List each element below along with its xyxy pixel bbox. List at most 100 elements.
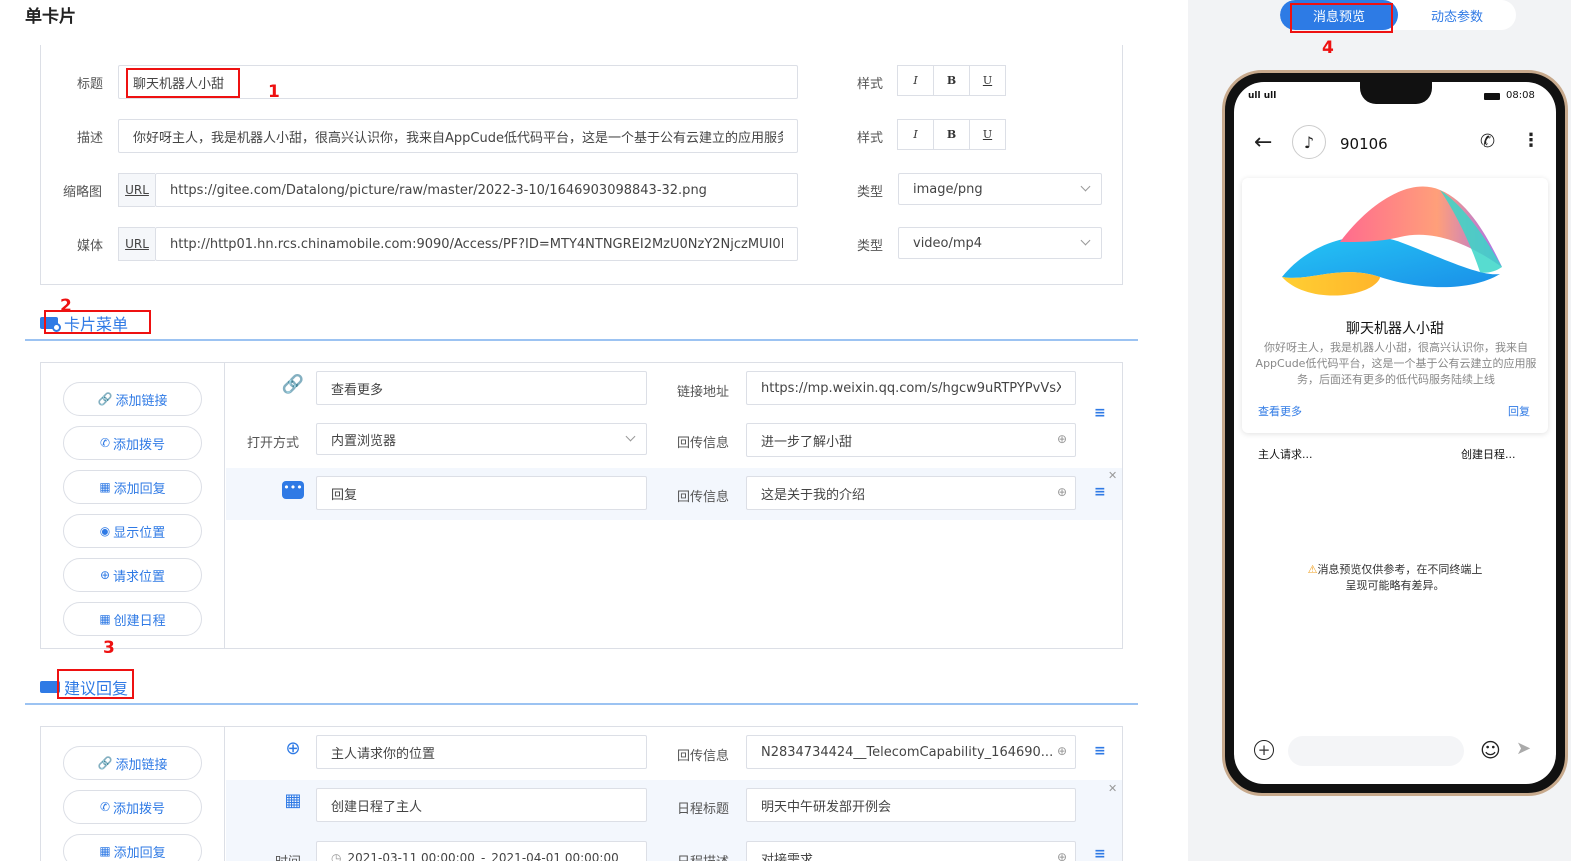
send-icon[interactable]: ➤ [1516,738,1531,759]
underline-button[interactable]: U [969,119,1006,150]
time-label: 时间 [275,851,301,861]
suggest-schedule-text-input[interactable]: 创建日程了主人 [316,788,647,822]
callback-input[interactable]: 这是关于我的介绍 ⊕ [746,476,1076,510]
add-dial-button[interactable]: ✆ 添加拨号 [63,426,202,460]
bold-button[interactable]: B [933,119,970,150]
zoom-icon[interactable]: ⊕ [1057,432,1067,446]
card-action-more[interactable]: 查看更多 [1258,403,1302,419]
clock-icon: ◷ [331,851,342,861]
italic-button[interactable]: I [897,119,934,150]
schedule-title-input[interactable]: 明天中午研发部开例会 [746,788,1076,822]
sort-icon[interactable]: ≡ [1094,405,1106,421]
suggestion-chip[interactable]: 主人请求... [1258,446,1313,462]
message-input[interactable] [1288,736,1464,766]
annotation-number-3: 3 [103,638,115,658]
style-label: 样式 [857,77,884,92]
bell-icon[interactable]: ♪ [1292,125,1326,159]
annotation-number-1: 1 [268,82,280,102]
add-dial-button[interactable]: ✆ 添加拨号 [63,790,202,824]
callback-label: 回传信息 [677,436,730,451]
close-icon[interactable]: ✕ [1108,469,1117,482]
suggestion-chip[interactable]: 创建日程... [1461,446,1516,462]
chat-icon: ▦ [99,844,111,858]
title-label: 标题 [77,77,104,92]
thumbnail-url-input[interactable]: https://gitee.com/Datalong/picture/raw/m… [155,173,798,207]
add-reply-button[interactable]: ▦ 添加回复 [63,470,202,504]
schedule-desc-input[interactable]: 对接需求 ⊕ [746,841,1076,861]
more-icon[interactable]: ⋮ [1522,130,1540,151]
callback-input[interactable]: 进一步了解小甜 ⊕ [746,423,1076,457]
signal-icon: ull ull [1248,91,1277,101]
crosshair-icon: ⊕ [285,738,301,759]
phone-screen: ull ull 08:08 ← ♪ 90106 ✆ ⋮ 聊天机器人小甜 你好呀主… [1234,82,1556,784]
warning-icon: ⚠ [1307,563,1318,576]
contact-name: 90106 [1340,135,1388,153]
add-link-button[interactable]: 🔗 添加链接 [63,382,202,416]
add-icon[interactable]: + [1254,740,1274,760]
card-action-reply[interactable]: 回复 [1508,403,1530,419]
create-schedule-button[interactable]: ▦ 创建日程 [63,602,202,636]
thumbnail-url-prefix: URL [118,173,155,207]
zoom-icon[interactable]: ⊕ [1057,744,1067,758]
phone-call-icon[interactable]: ✆ [1480,131,1495,152]
thumbnail-type-select[interactable]: image/png [898,173,1102,205]
media-type-select[interactable]: video/mp4 [898,227,1102,259]
sort-icon[interactable]: ≡ [1094,846,1106,861]
callback-label: 回传信息 [677,749,730,764]
type-label: 类型 [857,185,884,200]
suggest-location-text-input[interactable]: 主人请求你的位置 [316,735,647,769]
suggest-reply-divider [25,703,1138,705]
battery-icon [1484,93,1500,100]
add-link-button[interactable]: 🔗 添加链接 [63,746,202,780]
desc-input[interactable]: 你好呀主人，我是机器人小甜，很高兴认识你，我来自AppCude低代码平台，这是一… [118,119,798,153]
annotation-number-4: 4 [1322,38,1334,58]
desc-style-group: I B U [897,119,1006,150]
crosshair-icon: ⊕ [99,568,111,582]
chat-bubble-icon: ••• [282,481,304,499]
request-location-button[interactable]: ⊕ 请求位置 [63,558,202,592]
style-label: 样式 [857,131,884,146]
callback-label: 回传信息 [677,490,730,505]
media-label: 媒体 [77,239,104,254]
phone-icon: ✆ [99,800,111,814]
back-arrow-icon[interactable]: ← [1254,130,1272,155]
show-location-button[interactable]: ◉ 显示位置 [63,514,202,548]
card-description: 你好呀主人，我是机器人小甜，很高兴认识你，我来自AppCude低代码平台，这是一… [1255,341,1537,386]
menu-reply-text-input[interactable]: 回复 [316,476,647,510]
open-mode-select[interactable]: 内置浏览器 [316,423,647,455]
menu-link-text-input[interactable]: 查看更多 [316,371,647,405]
calendar-icon: ▦ [99,612,111,626]
zoom-icon[interactable]: ⊕ [1057,485,1067,499]
rich-card[interactable]: 聊天机器人小甜 你好呀主人，我是机器人小甜，很高兴认识你，我来自AppCude低… [1242,178,1548,433]
status-time: 08:08 [1506,90,1535,101]
title-style-group: I B U [897,65,1006,96]
card-menu-divider [25,339,1138,341]
link-icon: 🔗 [97,392,113,406]
bold-button[interactable]: B [933,65,970,96]
phone-notch [1360,82,1432,104]
media-url-input[interactable]: http://http01.hn.rcs.chinamobile.com:909… [155,227,798,261]
schedule-title-label: 日程标题 [677,802,730,817]
underline-button[interactable]: U [969,65,1006,96]
open-mode-label: 打开方式 [247,436,300,451]
chat-icon: ▦ [99,480,111,494]
close-icon[interactable]: ✕ [1108,782,1117,795]
annotation-box-3 [57,669,134,699]
link-icon: 🔗 [281,374,305,395]
tab-dynamic-params[interactable]: 动态参数 [1398,0,1516,30]
phone-icon: ✆ [99,436,111,450]
italic-button[interactable]: I [897,65,934,96]
add-reply-button[interactable]: ▦ 添加回复 [63,834,202,861]
link-url-label: 链接地址 [677,385,730,400]
card-title: 聊天机器人小甜 [1346,321,1444,337]
zoom-icon[interactable]: ⊕ [1057,850,1067,861]
sort-icon[interactable]: ≡ [1094,484,1106,500]
preview-notice: ⚠消息预览仅供参考，在不同终端上 呈现可能略有差异。 [1307,563,1483,592]
annotation-number-2: 2 [60,296,72,316]
card-media-image [1282,186,1502,296]
callback-input[interactable]: N2834734424__TelecomCapability_164690...… [746,735,1076,769]
emoji-icon[interactable]: ☺ [1480,738,1501,762]
schedule-time-range[interactable]: ◷ 2021-03-11 00:00:00-2021-04-01 00:00:00 [316,841,647,861]
sort-icon[interactable]: ≡ [1094,743,1106,759]
link-url-input[interactable]: https://mp.weixin.qq.com/s/hgcw9uRTPYPvV… [746,371,1076,405]
